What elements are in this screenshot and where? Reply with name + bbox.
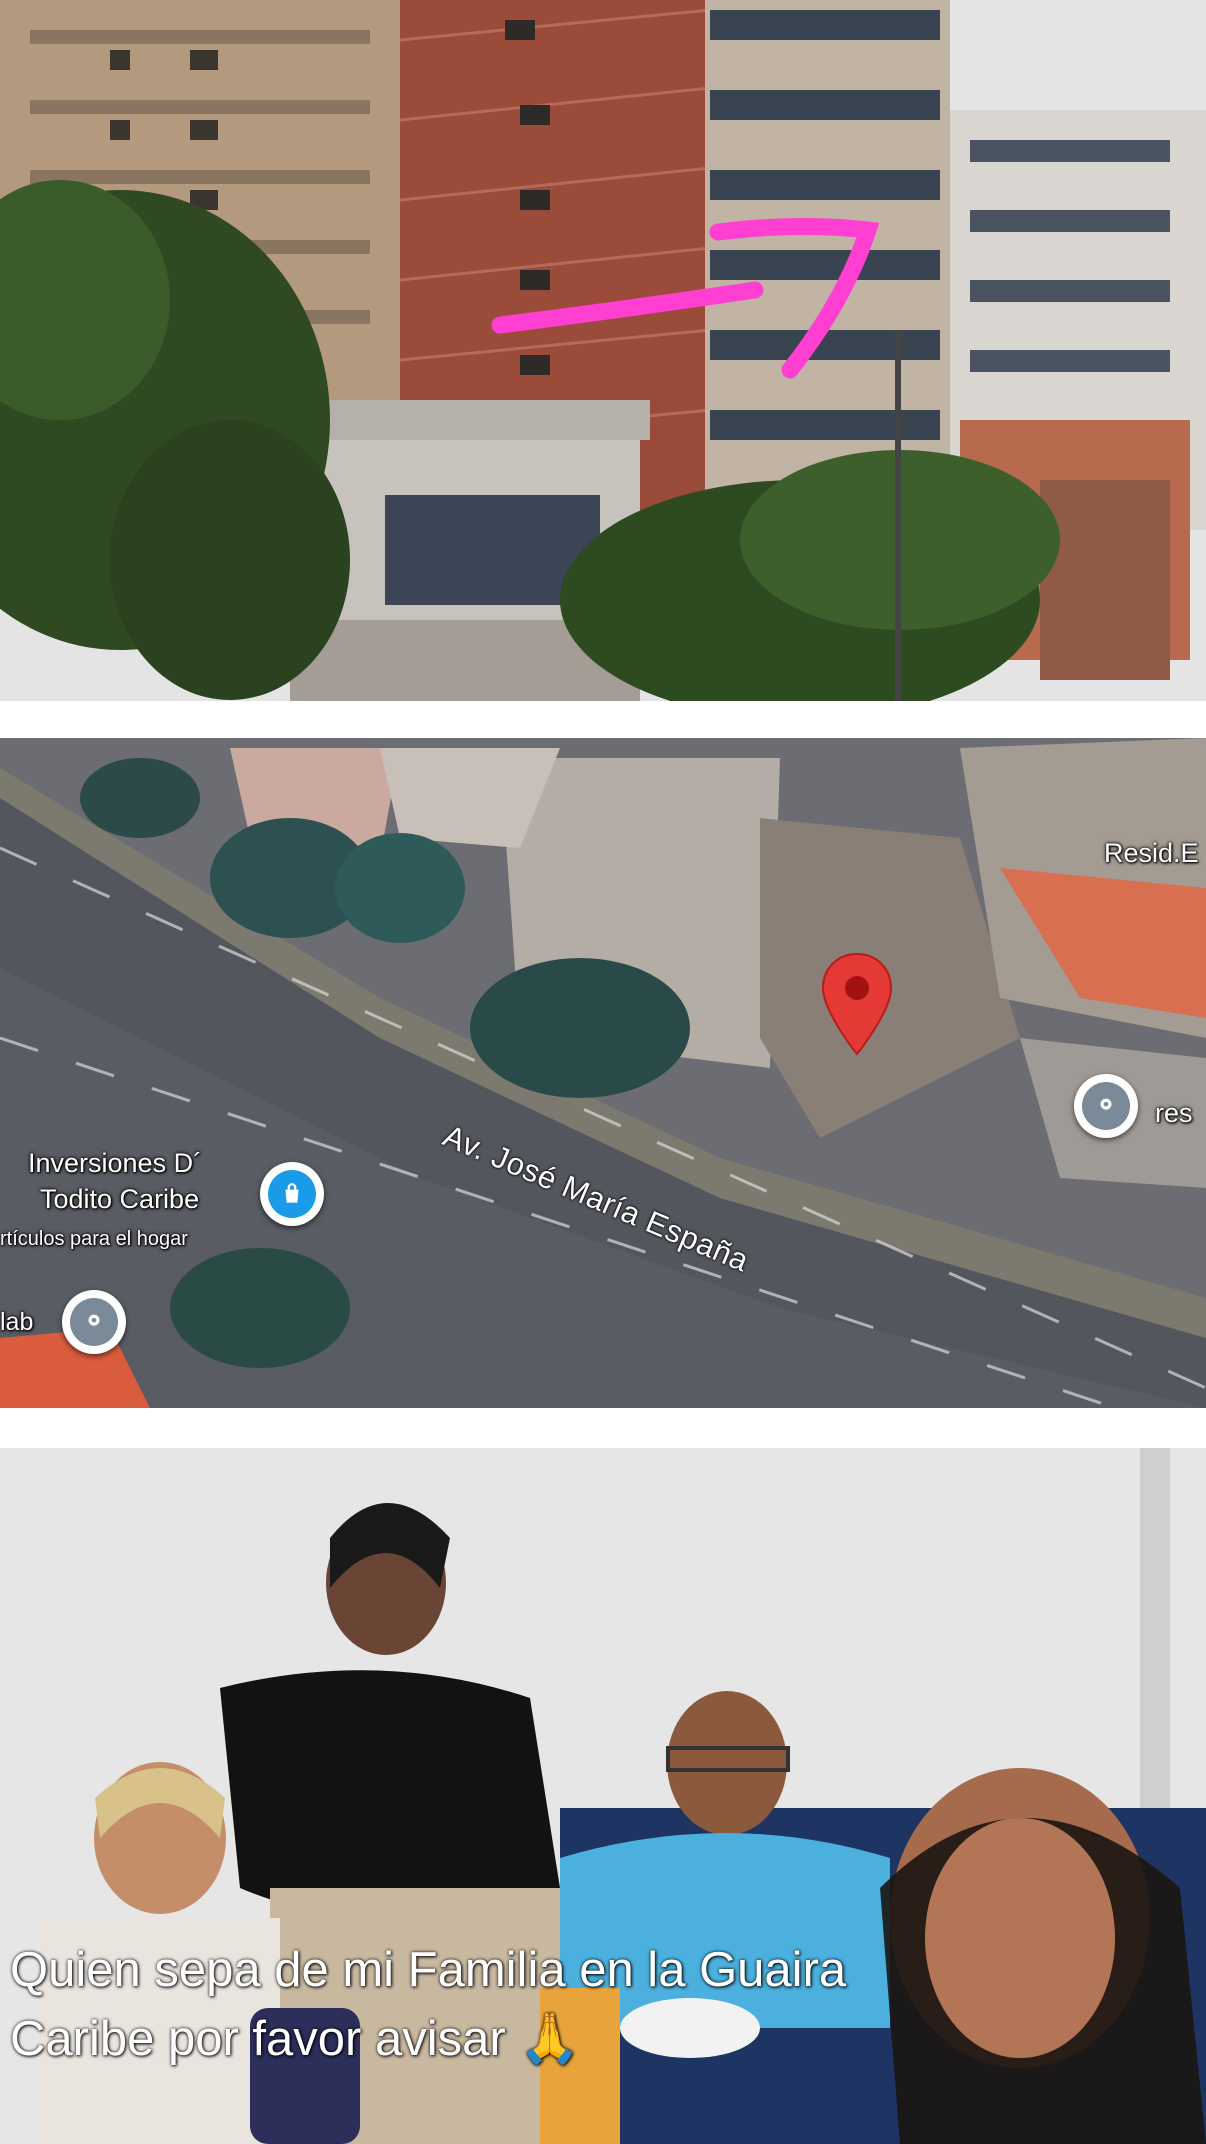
photo-caption: Quien sepa de mi Familia en la Guaira Ca… [10,1936,1190,2074]
map-label-store-category: rtículos para el hogar [0,1228,188,1250]
building-photo-image [0,0,1206,701]
map-label-resid: Resid.E [1104,838,1199,868]
place-marker-icon[interactable] [1074,1074,1138,1138]
map-view[interactable]: Av. José María España Resid.E res Invers… [0,738,1206,1408]
map-satellite-image [0,738,1206,1408]
map-label-store-name-1: Inversiones D´ [28,1148,203,1178]
building-photo[interactable] [0,0,1206,701]
location-pin-icon[interactable] [820,952,894,1056]
caption-line-2: Caribe por favor avisar 🙏 [10,2005,1190,2074]
map-label-res: res [1155,1098,1193,1128]
place-marker-icon[interactable] [62,1290,126,1354]
family-photo[interactable]: Quien sepa de mi Familia en la Guaira Ca… [0,1448,1206,2144]
map-label-store-name-2: Todito Caribe [40,1184,200,1214]
praying-hands-icon: 🙏 [519,2012,581,2066]
caption-line-2-text: Caribe por favor avisar [10,2012,506,2066]
caption-line-1: Quien sepa de mi Familia en la Guaira [10,1943,847,1997]
map-label-lab: lab [0,1308,34,1336]
shopping-bag-icon[interactable] [260,1162,324,1226]
